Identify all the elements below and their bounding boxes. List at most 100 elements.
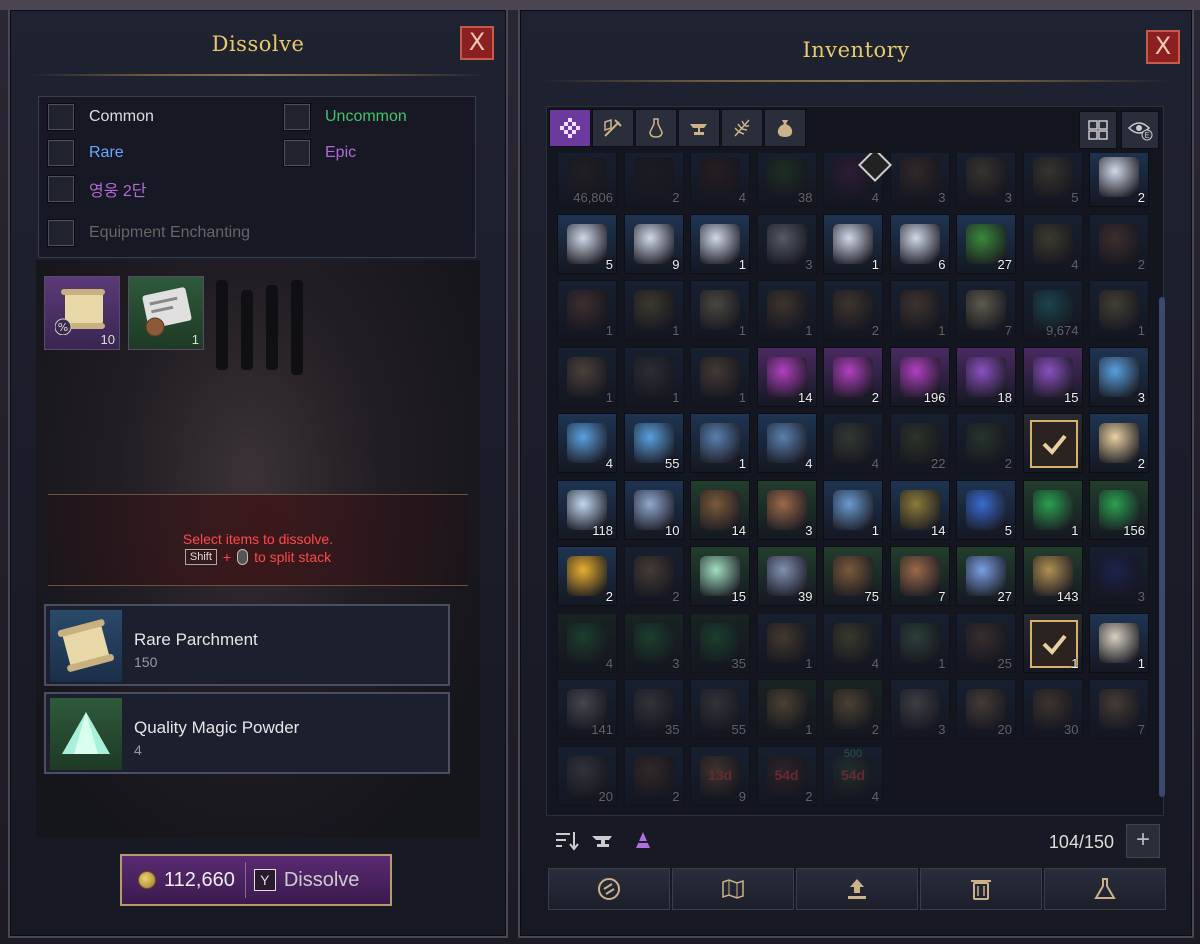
inventory-slot[interactable]: 3: [756, 213, 817, 274]
inventory-slot[interactable]: 4: [690, 153, 750, 207]
inventory-slot[interactable]: 1: [690, 346, 750, 407]
inventory-slot[interactable]: 1: [623, 346, 684, 407]
inventory-slot[interactable]: 4: [1022, 213, 1083, 274]
filter-uncommon[interactable]: Uncommon: [283, 103, 407, 131]
inspect-button[interactable]: E: [1121, 111, 1159, 149]
inventory-slot[interactable]: 3: [889, 153, 950, 207]
inventory-slot[interactable]: 5: [1022, 153, 1083, 207]
tab-materials[interactable]: [721, 109, 763, 147]
inventory-slot[interactable]: 1: [756, 280, 817, 340]
close-button[interactable]: X: [460, 26, 494, 60]
checkbox[interactable]: [283, 103, 311, 131]
inventory-slot[interactable]: 2: [623, 153, 684, 207]
inventory-slot[interactable]: 20: [557, 745, 617, 806]
inventory-slot[interactable]: 4: [557, 413, 617, 473]
alchemy-button[interactable]: [1044, 868, 1166, 910]
inventory-slot[interactable]: 39: [756, 546, 817, 606]
inventory-slot[interactable]: 5: [557, 213, 617, 274]
inventory-slot[interactable]: 1: [889, 280, 950, 340]
inventory-slot[interactable]: 55: [623, 413, 684, 473]
inventory-slot[interactable]: 2: [1089, 153, 1149, 207]
inventory-slot[interactable]: 2: [823, 679, 883, 739]
inventory-slot[interactable]: 46,806: [557, 153, 617, 207]
inventory-slot[interactable]: 2: [623, 745, 684, 806]
inventory-slot[interactable]: 15: [690, 546, 750, 606]
inventory-slot[interactable]: 15: [1022, 346, 1083, 407]
inventory-slot[interactable]: 3: [756, 479, 817, 540]
inventory-slot[interactable]: 2: [823, 346, 883, 407]
inventory-slot[interactable]: 4: [756, 413, 817, 473]
inventory-slot[interactable]: 1: [690, 280, 750, 340]
inventory-slot[interactable]: 1: [690, 413, 750, 473]
inventory-slot[interactable]: 4 54d 500: [823, 745, 883, 806]
inventory-slot[interactable]: 14: [690, 479, 750, 540]
inventory-slot[interactable]: 3: [1089, 546, 1149, 606]
dissolve-button[interactable]: 112,660 Y Dissolve: [120, 854, 392, 906]
inventory-slot[interactable]: 20: [956, 679, 1016, 739]
rarity-filter-icon[interactable]: [630, 828, 656, 852]
inventory-slot[interactable]: 10: [623, 479, 684, 540]
filter-common[interactable]: Common: [47, 103, 154, 131]
inventory-slot[interactable]: 2: [557, 546, 617, 606]
inventory-slot[interactable]: 6: [889, 213, 950, 274]
inventory-slot[interactable]: 7: [956, 280, 1016, 340]
inventory-slot[interactable]: 9 13d: [690, 745, 750, 806]
expand-inventory-button[interactable]: +: [1126, 824, 1160, 858]
close-button[interactable]: X: [1146, 30, 1180, 64]
inventory-slot[interactable]: 9: [623, 213, 684, 274]
inventory-slot[interactable]: 1: [557, 280, 617, 340]
anvil-icon[interactable]: [590, 828, 616, 852]
inventory-slot[interactable]: 35: [623, 679, 684, 739]
tab-crafting[interactable]: [678, 109, 720, 147]
filter-epic[interactable]: Epic: [283, 139, 356, 167]
inventory-slot[interactable]: 1: [756, 679, 817, 739]
inventory-slot[interactable]: 1: [557, 346, 617, 407]
inventory-slot[interactable]: 2: [956, 413, 1016, 473]
map-button[interactable]: [672, 868, 794, 910]
inventory-slot[interactable]: 196: [889, 346, 950, 407]
inventory-slot[interactable]: 4: [557, 612, 617, 673]
sort-icon[interactable]: [554, 828, 580, 852]
checkbox[interactable]: [47, 103, 75, 131]
result-item-card[interactable]: Rare Parchment 150: [44, 604, 450, 686]
result-item-card[interactable]: Quality Magic Powder 4: [44, 692, 450, 774]
inventory-slot[interactable]: 35: [690, 612, 750, 673]
inventory-slot[interactable]: 27: [956, 213, 1016, 274]
auto-dissolve-button[interactable]: [548, 868, 670, 910]
inventory-slot[interactable]: 118: [557, 479, 617, 540]
inventory-slot[interactable]: 1: [756, 612, 817, 673]
inventory-slot[interactable]: 1: [823, 479, 883, 540]
inventory-slot[interactable]: 4: [823, 413, 883, 473]
inventory-slot[interactable]: 1: [889, 612, 950, 673]
inventory-slot[interactable]: 2 54d: [756, 745, 817, 806]
inventory-slot[interactable]: 22: [889, 413, 950, 473]
inventory-slot[interactable]: 5: [956, 479, 1016, 540]
delete-button[interactable]: [920, 868, 1042, 910]
inventory-slot[interactable]: 141: [557, 679, 617, 739]
inventory-slot[interactable]: [1022, 413, 1083, 473]
inventory-slot[interactable]: 1: [1022, 612, 1083, 673]
tab-equipment[interactable]: [592, 109, 634, 147]
selected-material-slot[interactable]: 1: [128, 276, 204, 350]
inventory-slot[interactable]: 1: [623, 280, 684, 340]
inventory-slot[interactable]: 1: [690, 213, 750, 274]
inventory-slot[interactable]: 1: [1089, 612, 1149, 673]
checkbox[interactable]: [47, 175, 75, 203]
inventory-slot[interactable]: 27: [956, 546, 1016, 606]
inventory-slot[interactable]: 3: [956, 153, 1016, 207]
tab-all[interactable]: [549, 109, 591, 147]
inventory-slot[interactable]: 2: [1089, 213, 1149, 274]
inventory-slot[interactable]: 18: [956, 346, 1016, 407]
inventory-slot[interactable]: 3: [1089, 346, 1149, 407]
inventory-slot[interactable]: 14: [756, 346, 817, 407]
inventory-slot[interactable]: 4: [823, 612, 883, 673]
inventory-slot[interactable]: 143: [1022, 546, 1083, 606]
inventory-scrollbar[interactable]: [1159, 297, 1165, 797]
inventory-slot[interactable]: 3: [889, 679, 950, 739]
grid-view-button[interactable]: [1079, 111, 1117, 149]
inventory-slot[interactable]: 1: [1022, 479, 1083, 540]
filter-rare[interactable]: Rare: [47, 139, 124, 167]
inventory-slot[interactable]: 38: [756, 153, 817, 207]
tab-consumables[interactable]: [635, 109, 677, 147]
inventory-slot[interactable]: 1: [1089, 280, 1149, 340]
